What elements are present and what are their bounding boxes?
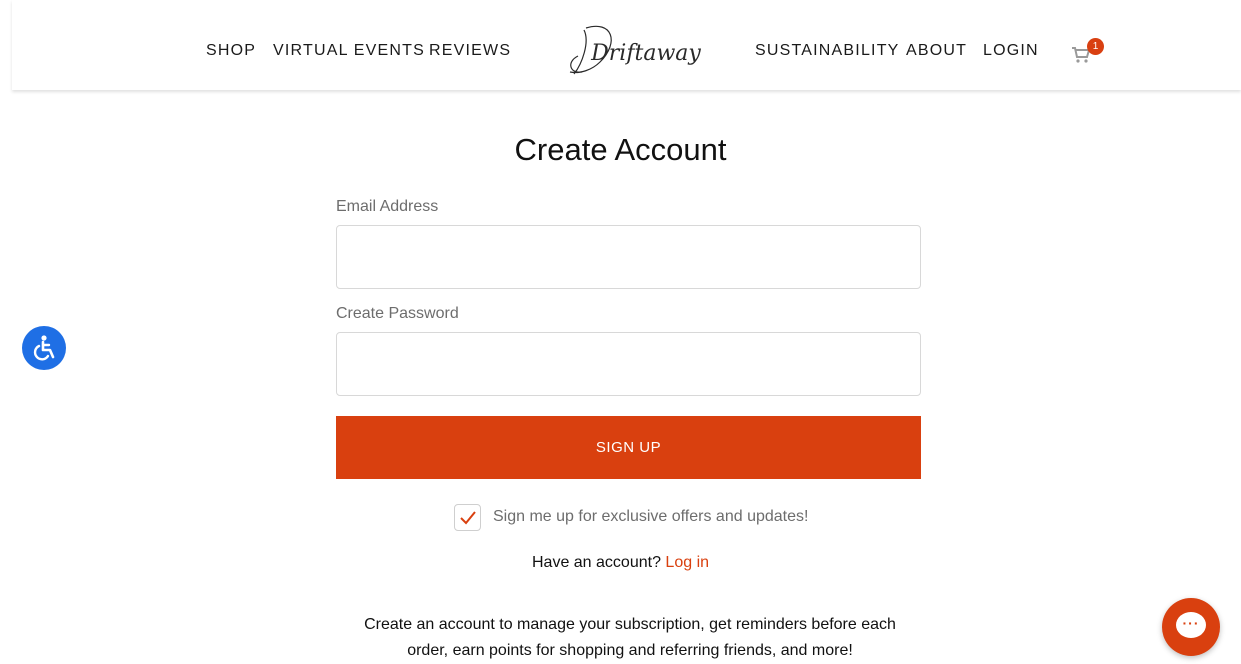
accessibility-button[interactable] <box>22 326 66 370</box>
chat-button[interactable]: ··· <box>1162 598 1220 656</box>
email-label: Email Address <box>336 198 439 215</box>
have-account-line: Have an account? Log in <box>0 554 1241 572</box>
password-field[interactable] <box>336 332 921 396</box>
newsletter-label: Sign me up for exclusive offers and upda… <box>493 508 809 525</box>
sign-up-button[interactable]: SIGN UP <box>336 416 921 479</box>
page-title: Create Account <box>514 132 727 167</box>
password-label: Create Password <box>336 305 459 322</box>
nav-sustainability[interactable]: SUSTAINABILITY <box>755 42 900 60</box>
nav-virtual-events[interactable]: VIRTUAL EVENTS <box>273 42 425 60</box>
check-icon <box>460 511 476 525</box>
nav-login[interactable]: LOGIN <box>983 42 1039 60</box>
nav-shop[interactable]: SHOP <box>206 42 256 60</box>
account-benefits-text: Create an account to manage your subscri… <box>364 616 896 659</box>
newsletter-checkbox[interactable] <box>454 504 481 531</box>
email-field[interactable] <box>336 225 921 289</box>
nav-about[interactable]: ABOUT <box>906 42 967 60</box>
have-account-text: Have an account? <box>531 554 661 571</box>
nav-reviews[interactable]: REVIEWS <box>429 42 511 60</box>
login-link[interactable]: Log in <box>665 554 709 571</box>
accessibility-icon <box>33 335 55 361</box>
driftaway-logo[interactable]: Driftaway <box>560 22 701 80</box>
logo-text: Driftaway <box>591 41 701 66</box>
chat-icon: ··· <box>1176 612 1206 638</box>
cart-count-badge: 1 <box>1087 38 1104 55</box>
